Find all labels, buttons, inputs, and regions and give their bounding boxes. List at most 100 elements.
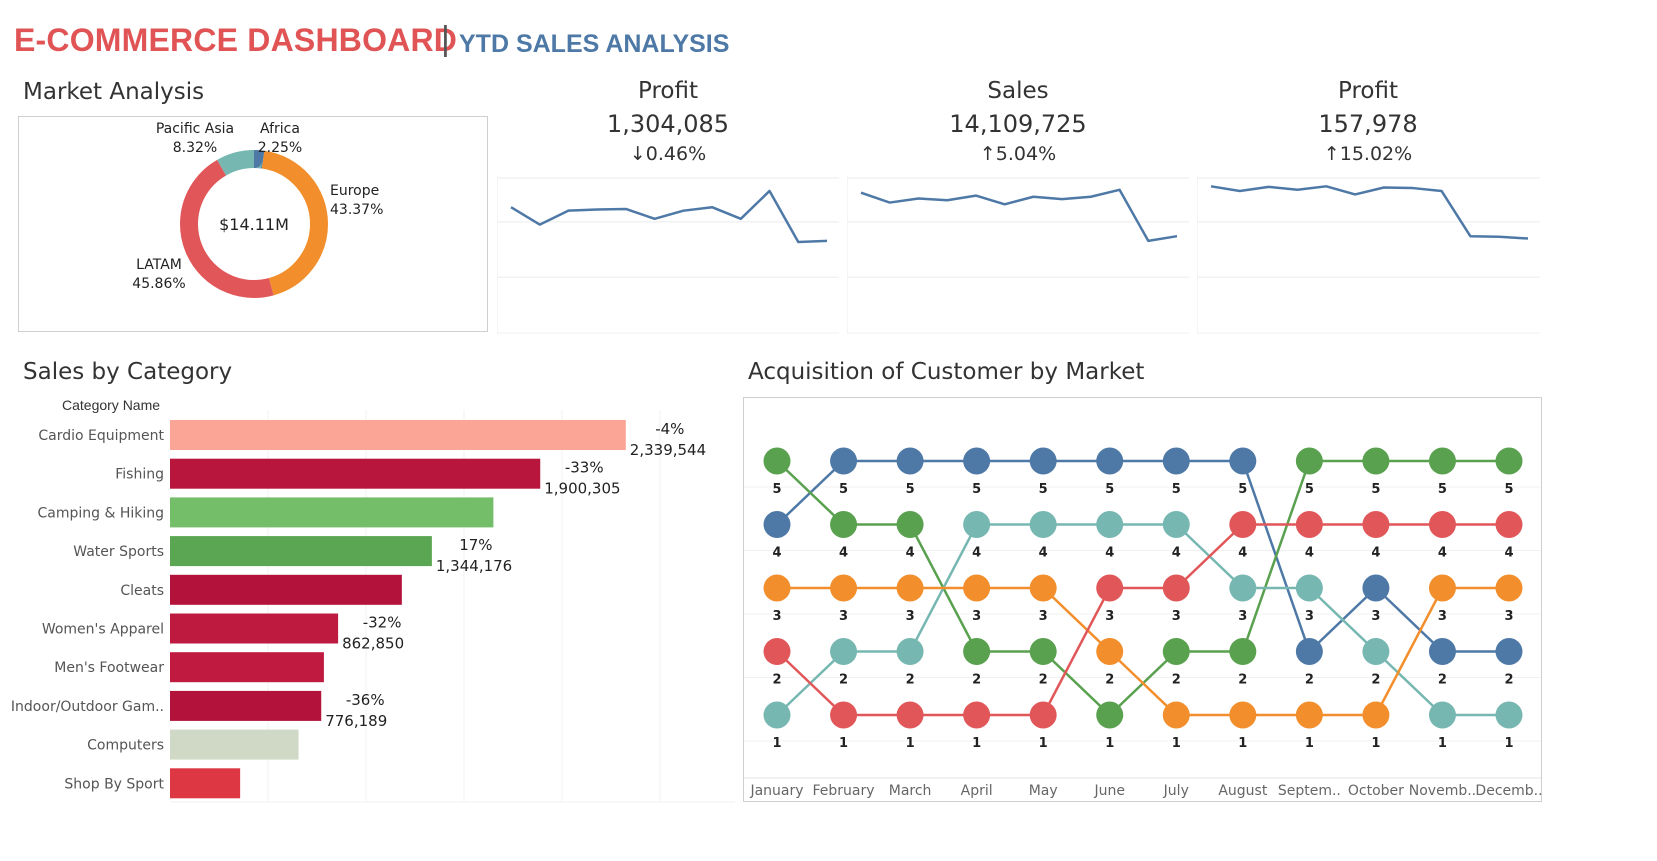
bump-rank-label: 4: [1039, 546, 1048, 561]
month-tick-label: February: [813, 783, 875, 799]
bump-point: [830, 638, 858, 665]
kpi-value: 157,978: [1318, 110, 1418, 138]
slice-name: Africa: [260, 121, 300, 137]
bump-point: [1362, 447, 1390, 475]
kpi-label: Profit: [1338, 78, 1398, 104]
bump-rank-label: 1: [906, 736, 915, 751]
bar-fishing: [170, 458, 541, 489]
donut-label-latam: LATAM 45.86%: [132, 257, 185, 292]
bar-value-label: 1,344,176: [436, 557, 512, 575]
month-tick-label: July: [1163, 783, 1189, 799]
bump-rank-label: 3: [1305, 609, 1314, 624]
acquisition-bump-chart: 4 5 5 5 5 5 5 5 2 3 2 2 5 4 4 2 2 1 2 2 5 5 5 5 1 2 2 4 4 4 4 3 3 2 1 1 3 3 3 3…: [744, 447, 1543, 799]
bump-point: [1162, 701, 1190, 729]
donut-label-europe: Europe 43.37%: [330, 183, 383, 218]
bump-rank-label: 4: [1371, 546, 1380, 561]
bump-point: [896, 701, 924, 729]
bump-point: [1295, 638, 1323, 665]
bump-rank-label: 3: [906, 609, 915, 624]
category-label: Women's Apparel: [42, 622, 164, 638]
bump-point: [1096, 574, 1124, 602]
bump-point: [963, 638, 991, 665]
bump-rank-label: 2: [772, 673, 781, 688]
bump-series-line: [776, 523, 1509, 717]
bump-rank-label: 4: [1238, 546, 1247, 561]
bump-point: [1029, 638, 1057, 665]
bump-point: [1096, 701, 1124, 729]
bump-point: [763, 701, 791, 729]
bump-rank-label: 4: [1504, 546, 1513, 561]
acquisition-panel: 4 5 5 5 5 5 5 5 2 3 2 2 5 4 4 2 2 1 2 2 5 5 5 5 1 2 2 4 4 4 4 3 3 2 1 1 3 3 3 3…: [743, 397, 1543, 802]
bump-point: [896, 574, 924, 602]
month-tick-label: April: [961, 783, 993, 799]
bump-rank-label: 3: [1238, 609, 1247, 624]
bump-rank-label: 2: [972, 673, 981, 688]
bump-point: [1229, 638, 1257, 665]
bump-point: [1495, 638, 1523, 665]
bump-rank-label: 5: [906, 482, 915, 497]
bump-point: [1229, 511, 1257, 538]
bump-rank-label: 3: [1172, 609, 1181, 624]
bump-point: [1428, 574, 1456, 602]
month-tick-label: June: [1093, 783, 1125, 799]
bump-rank-label: 1: [1504, 736, 1513, 751]
bump-point: [963, 511, 991, 538]
bump-point: [830, 511, 858, 538]
bump-rank-label: 3: [1371, 609, 1380, 624]
bump-point: [763, 574, 791, 602]
bump-point: [1362, 574, 1390, 602]
bump-point: [1495, 701, 1523, 729]
slice-percent: 2.25%: [258, 140, 302, 156]
category-label: Computers: [87, 738, 164, 754]
kpi-label: Profit: [638, 78, 698, 104]
bump-rank-label: 1: [1172, 736, 1181, 751]
kpi-change: ↑5.04%: [979, 143, 1057, 165]
sales-by-category-title: Sales by Category: [23, 359, 233, 385]
bump-rank-label: 3: [1039, 609, 1048, 624]
slice-name: LATAM: [136, 257, 182, 273]
bump-point: [963, 701, 991, 729]
bump-point: [1096, 638, 1124, 665]
title-separator: |: [441, 20, 450, 58]
bump-point: [1029, 701, 1057, 729]
bump-rank-label: 2: [906, 673, 915, 688]
bump-rank-label: 5: [1105, 482, 1114, 497]
month-tick-label: Novemb..: [1409, 783, 1476, 799]
bump-rank-label: 1: [972, 736, 981, 751]
bump-point: [1162, 447, 1190, 475]
donut-label-pacific-asia: Pacific Asia 8.32%: [156, 121, 234, 156]
bump-point: [963, 574, 991, 602]
bump-rank-label: 3: [972, 609, 981, 624]
bump-point: [896, 511, 924, 538]
bump-rank-label: 1: [839, 736, 848, 751]
bump-rank-label: 2: [1238, 673, 1247, 688]
month-tick-label: May: [1029, 783, 1058, 799]
bump-point: [1428, 511, 1456, 538]
acquisition-title: Acquisition of Customer by Market: [748, 359, 1145, 385]
bump-rank-label: 4: [1305, 546, 1314, 561]
spark-line: [860, 188, 1178, 243]
bar-indoor-outdoor-gam: [170, 690, 322, 721]
bar-men-s-footwear: [170, 652, 324, 683]
kpi-value: 14,109,725: [949, 110, 1087, 138]
bump-rank-label: 5: [1371, 482, 1380, 497]
bar-change-label: 17%: [459, 536, 492, 554]
bump-point: [896, 638, 924, 665]
bump-point: [1428, 638, 1456, 665]
slice-name: Pacific Asia: [156, 121, 234, 137]
bar-change-label: -36%: [346, 691, 385, 709]
kpi-profit-sparkline: [497, 176, 839, 334]
category-label: Cleats: [120, 583, 164, 599]
bar-camping-hiking: [170, 497, 494, 528]
bump-point: [1229, 701, 1257, 729]
spark-line: [510, 189, 828, 244]
month-tick-label: March: [889, 783, 932, 799]
bump-rank-label: 4: [1438, 546, 1447, 561]
bump-point: [1096, 511, 1124, 538]
category-label: Shop By Sport: [64, 776, 164, 792]
slice-percent: 43.37%: [330, 202, 383, 218]
bump-point: [1162, 574, 1190, 602]
sales-by-category-chart: Cardio Equipment -4% 2,339,544 Fishing -33% 1…: [11, 410, 735, 803]
bump-rank-label: 2: [1371, 673, 1380, 688]
bump-point: [896, 447, 924, 475]
